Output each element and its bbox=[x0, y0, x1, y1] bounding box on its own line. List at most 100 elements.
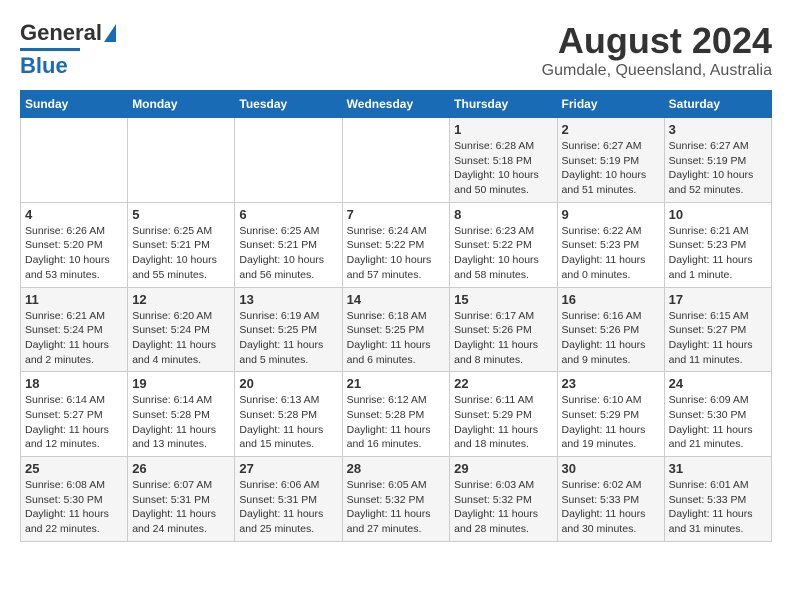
day-info: Sunrise: 6:13 AM Sunset: 5:28 PM Dayligh… bbox=[239, 393, 337, 452]
table-row: 14 Sunrise: 6:18 AM Sunset: 5:25 PM Dayl… bbox=[342, 287, 450, 372]
sunrise: Sunrise: 6:14 AM bbox=[132, 394, 212, 406]
sunrise: Sunrise: 6:15 AM bbox=[669, 310, 749, 322]
table-row: 13 Sunrise: 6:19 AM Sunset: 5:25 PM Dayl… bbox=[235, 287, 342, 372]
daylight: Daylight: 10 hours and 57 minutes. bbox=[347, 254, 432, 281]
table-row bbox=[342, 118, 450, 203]
col-tuesday: Tuesday bbox=[235, 91, 342, 118]
daylight: Daylight: 11 hours and 1 minute. bbox=[669, 254, 753, 281]
daylight: Daylight: 10 hours and 50 minutes. bbox=[454, 169, 539, 196]
sunrise: Sunrise: 6:18 AM bbox=[347, 310, 427, 322]
day-number: 29 bbox=[454, 461, 552, 476]
day-number: 7 bbox=[347, 207, 446, 222]
daylight: Daylight: 11 hours and 8 minutes. bbox=[454, 339, 538, 366]
daylight: Daylight: 11 hours and 31 minutes. bbox=[669, 508, 753, 535]
table-row: 20 Sunrise: 6:13 AM Sunset: 5:28 PM Dayl… bbox=[235, 372, 342, 457]
table-row bbox=[21, 118, 128, 203]
sunset: Sunset: 5:19 PM bbox=[669, 155, 747, 167]
daylight: Daylight: 11 hours and 24 minutes. bbox=[132, 508, 216, 535]
calendar-body: 1 Sunrise: 6:28 AM Sunset: 5:18 PM Dayli… bbox=[21, 118, 772, 542]
sunrise: Sunrise: 6:13 AM bbox=[239, 394, 319, 406]
day-info: Sunrise: 6:18 AM Sunset: 5:25 PM Dayligh… bbox=[347, 309, 446, 368]
day-info: Sunrise: 6:21 AM Sunset: 5:23 PM Dayligh… bbox=[669, 224, 767, 283]
sunrise: Sunrise: 6:27 AM bbox=[669, 140, 749, 152]
day-info: Sunrise: 6:05 AM Sunset: 5:32 PM Dayligh… bbox=[347, 478, 446, 537]
calendar-header: Sunday Monday Tuesday Wednesday Thursday… bbox=[21, 91, 772, 118]
daylight: Daylight: 10 hours and 51 minutes. bbox=[562, 169, 647, 196]
table-row: 2 Sunrise: 6:27 AM Sunset: 5:19 PM Dayli… bbox=[557, 118, 664, 203]
day-info: Sunrise: 6:14 AM Sunset: 5:27 PM Dayligh… bbox=[25, 393, 123, 452]
sunrise: Sunrise: 6:10 AM bbox=[562, 394, 642, 406]
day-info: Sunrise: 6:21 AM Sunset: 5:24 PM Dayligh… bbox=[25, 309, 123, 368]
sunrise: Sunrise: 6:25 AM bbox=[132, 225, 212, 237]
daylight: Daylight: 11 hours and 11 minutes. bbox=[669, 339, 753, 366]
day-number: 3 bbox=[669, 122, 767, 137]
sunset: Sunset: 5:25 PM bbox=[239, 324, 317, 336]
day-info: Sunrise: 6:15 AM Sunset: 5:27 PM Dayligh… bbox=[669, 309, 767, 368]
day-info: Sunrise: 6:14 AM Sunset: 5:28 PM Dayligh… bbox=[132, 393, 230, 452]
sunset: Sunset: 5:22 PM bbox=[454, 239, 532, 251]
logo-underline bbox=[20, 48, 80, 51]
table-row: 15 Sunrise: 6:17 AM Sunset: 5:26 PM Dayl… bbox=[450, 287, 557, 372]
daylight: Daylight: 11 hours and 9 minutes. bbox=[562, 339, 646, 366]
sunrise: Sunrise: 6:20 AM bbox=[132, 310, 212, 322]
sunset: Sunset: 5:27 PM bbox=[25, 409, 103, 421]
daylight: Daylight: 11 hours and 15 minutes. bbox=[239, 424, 323, 451]
table-row: 28 Sunrise: 6:05 AM Sunset: 5:32 PM Dayl… bbox=[342, 457, 450, 542]
sunset: Sunset: 5:21 PM bbox=[239, 239, 317, 251]
sunset: Sunset: 5:29 PM bbox=[562, 409, 640, 421]
sunset: Sunset: 5:31 PM bbox=[239, 494, 317, 506]
sunrise: Sunrise: 6:16 AM bbox=[562, 310, 642, 322]
day-number: 19 bbox=[132, 376, 230, 391]
calendar-title: August 2024 bbox=[542, 20, 772, 62]
day-number: 24 bbox=[669, 376, 767, 391]
table-row: 5 Sunrise: 6:25 AM Sunset: 5:21 PM Dayli… bbox=[128, 202, 235, 287]
daylight: Daylight: 10 hours and 58 minutes. bbox=[454, 254, 539, 281]
day-number: 26 bbox=[132, 461, 230, 476]
sunrise: Sunrise: 6:24 AM bbox=[347, 225, 427, 237]
calendar-table: Sunday Monday Tuesday Wednesday Thursday… bbox=[20, 90, 772, 542]
table-row: 24 Sunrise: 6:09 AM Sunset: 5:30 PM Dayl… bbox=[664, 372, 771, 457]
table-row: 11 Sunrise: 6:21 AM Sunset: 5:24 PM Dayl… bbox=[21, 287, 128, 372]
day-info: Sunrise: 6:12 AM Sunset: 5:28 PM Dayligh… bbox=[347, 393, 446, 452]
table-row: 29 Sunrise: 6:03 AM Sunset: 5:32 PM Dayl… bbox=[450, 457, 557, 542]
sunset: Sunset: 5:29 PM bbox=[454, 409, 532, 421]
sunset: Sunset: 5:26 PM bbox=[454, 324, 532, 336]
day-number: 12 bbox=[132, 292, 230, 307]
day-number: 28 bbox=[347, 461, 446, 476]
sunrise: Sunrise: 6:02 AM bbox=[562, 479, 642, 491]
daylight: Daylight: 10 hours and 52 minutes. bbox=[669, 169, 754, 196]
day-number: 21 bbox=[347, 376, 446, 391]
sunset: Sunset: 5:23 PM bbox=[562, 239, 640, 251]
day-info: Sunrise: 6:26 AM Sunset: 5:20 PM Dayligh… bbox=[25, 224, 123, 283]
sunrise: Sunrise: 6:28 AM bbox=[454, 140, 534, 152]
table-row: 22 Sunrise: 6:11 AM Sunset: 5:29 PM Dayl… bbox=[450, 372, 557, 457]
table-row: 16 Sunrise: 6:16 AM Sunset: 5:26 PM Dayl… bbox=[557, 287, 664, 372]
day-number: 30 bbox=[562, 461, 660, 476]
table-row: 12 Sunrise: 6:20 AM Sunset: 5:24 PM Dayl… bbox=[128, 287, 235, 372]
daylight: Daylight: 10 hours and 53 minutes. bbox=[25, 254, 110, 281]
table-row: 7 Sunrise: 6:24 AM Sunset: 5:22 PM Dayli… bbox=[342, 202, 450, 287]
day-info: Sunrise: 6:23 AM Sunset: 5:22 PM Dayligh… bbox=[454, 224, 552, 283]
sunset: Sunset: 5:19 PM bbox=[562, 155, 640, 167]
day-info: Sunrise: 6:25 AM Sunset: 5:21 PM Dayligh… bbox=[132, 224, 230, 283]
day-number: 5 bbox=[132, 207, 230, 222]
daylight: Daylight: 11 hours and 28 minutes. bbox=[454, 508, 538, 535]
table-row: 26 Sunrise: 6:07 AM Sunset: 5:31 PM Dayl… bbox=[128, 457, 235, 542]
daylight: Daylight: 10 hours and 56 minutes. bbox=[239, 254, 324, 281]
table-row: 25 Sunrise: 6:08 AM Sunset: 5:30 PM Dayl… bbox=[21, 457, 128, 542]
table-row: 27 Sunrise: 6:06 AM Sunset: 5:31 PM Dayl… bbox=[235, 457, 342, 542]
sunrise: Sunrise: 6:21 AM bbox=[669, 225, 749, 237]
sunrise: Sunrise: 6:05 AM bbox=[347, 479, 427, 491]
day-number: 23 bbox=[562, 376, 660, 391]
sunset: Sunset: 5:31 PM bbox=[132, 494, 210, 506]
day-info: Sunrise: 6:09 AM Sunset: 5:30 PM Dayligh… bbox=[669, 393, 767, 452]
sunrise: Sunrise: 6:01 AM bbox=[669, 479, 749, 491]
sunset: Sunset: 5:26 PM bbox=[562, 324, 640, 336]
table-row bbox=[235, 118, 342, 203]
day-info: Sunrise: 6:17 AM Sunset: 5:26 PM Dayligh… bbox=[454, 309, 552, 368]
sunset: Sunset: 5:21 PM bbox=[132, 239, 210, 251]
table-row: 23 Sunrise: 6:10 AM Sunset: 5:29 PM Dayl… bbox=[557, 372, 664, 457]
day-info: Sunrise: 6:25 AM Sunset: 5:21 PM Dayligh… bbox=[239, 224, 337, 283]
sunset: Sunset: 5:28 PM bbox=[132, 409, 210, 421]
day-number: 18 bbox=[25, 376, 123, 391]
